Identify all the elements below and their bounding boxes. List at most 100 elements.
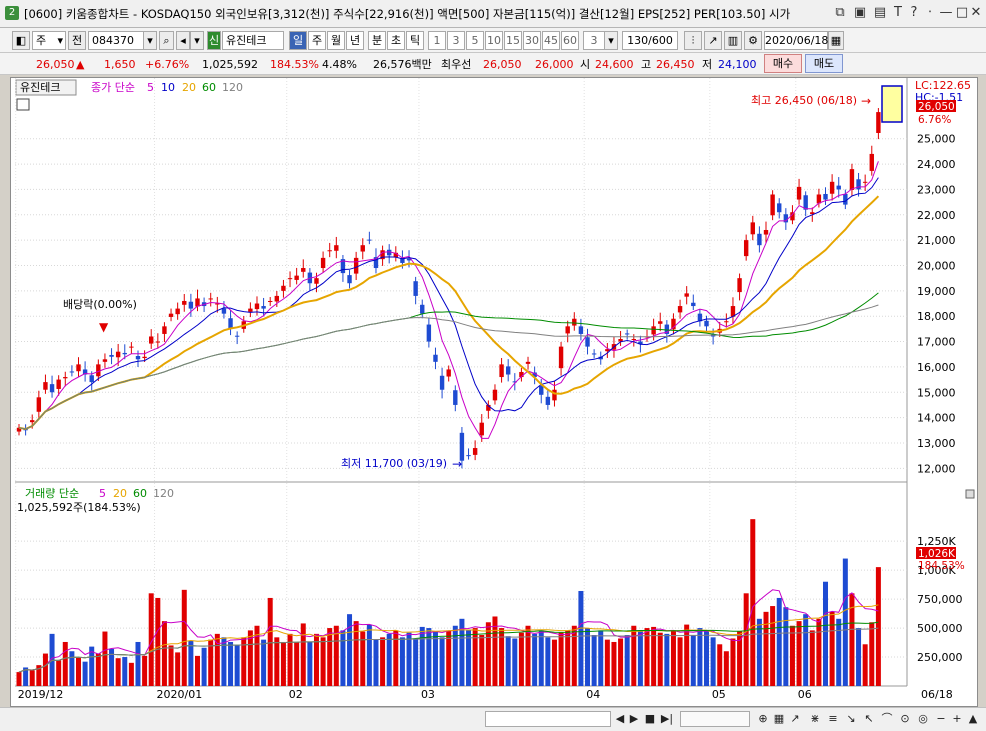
zoom-out-icon[interactable]: − <box>934 711 948 727</box>
price-tick-label: 20,000 <box>917 259 956 272</box>
open-label: 시 <box>580 58 591 71</box>
play-icon[interactable]: ▶ <box>628 711 640 727</box>
search-icon[interactable]: ⌕ <box>159 31 174 50</box>
trend-icon[interactable]: ↗ <box>788 711 802 727</box>
volume-bar <box>684 624 690 686</box>
price-tick-label: 23,000 <box>917 183 956 196</box>
vol-close-icon[interactable] <box>965 489 975 499</box>
candle-body <box>446 369 451 377</box>
interval-15[interactable]: 15 <box>504 31 522 50</box>
save-chart-icon[interactable]: ▥ <box>724 31 742 50</box>
volume-bar <box>307 641 313 686</box>
custom-interval-input[interactable]: 3 <box>583 31 605 50</box>
restore-icon[interactable]: ▣ <box>850 4 870 22</box>
volume-bar <box>697 628 703 686</box>
candle-type-icon[interactable]: ⫶ <box>684 31 702 50</box>
interval-10[interactable]: 10 <box>485 31 503 50</box>
settings-gear-icon[interactable]: ⚙ <box>744 31 762 50</box>
volume-tick-label: 250,000 <box>917 651 963 664</box>
quote-bar: 26,050 ▲ 1,650 +6.76% 1,025,592 184.53% … <box>0 53 986 75</box>
zoom-slider[interactable] <box>680 711 750 727</box>
code-dropdown-icon[interactable]: ▾ <box>143 31 157 50</box>
stop-icon[interactable]: ■ <box>644 711 656 727</box>
draw-tool-icon[interactable]: ↗ <box>704 31 722 50</box>
candle-body <box>578 326 584 334</box>
period-year[interactable]: 년 <box>346 31 364 50</box>
expand-icon[interactable]: ▲ <box>966 711 980 727</box>
period-day[interactable]: 일 <box>289 31 307 50</box>
date-input[interactable]: 2020/06/18 <box>764 31 828 50</box>
period-minute[interactable]: 분 <box>368 31 386 50</box>
sell-button[interactable]: 매도 <box>805 54 843 73</box>
candle-body <box>149 336 154 344</box>
candle-body <box>585 337 590 347</box>
price-change: 1,650 <box>104 58 136 71</box>
fib-icon[interactable]: ≡ <box>826 711 840 727</box>
window-title: [0600] 키움종합차트 - KOSDAQ150 외국인보유[3,312(천)… <box>24 7 791 21</box>
interval-60[interactable]: 60 <box>561 31 579 50</box>
volume-bar <box>723 651 729 686</box>
zoom-reset-icon[interactable]: ◎ <box>916 711 930 727</box>
arrow-icon[interactable]: ↘ <box>844 711 858 727</box>
custom-interval-dropdown-icon[interactable]: ▾ <box>604 31 618 50</box>
price-legend-title: 종가 단순 <box>91 81 135 94</box>
chart-canvas[interactable]: 유진테크 종가 단순 5 10 20 60 120 거래량 단순 5 20 60… <box>11 78 977 706</box>
fan-icon[interactable]: ⋇ <box>808 711 822 727</box>
interval-3[interactable]: 3 <box>447 31 465 50</box>
chart-area[interactable]: 유진테크 종가 단순 5 10 20 60 120 거래량 단순 5 20 60… <box>10 77 978 707</box>
volume-bar <box>545 637 551 686</box>
ma20-line <box>18 195 880 431</box>
calendar-icon[interactable]: ▦ <box>828 31 844 50</box>
cursor-icon[interactable]: ↖ <box>862 711 876 727</box>
volume-ratio: 184.53% <box>270 58 319 71</box>
volume-bar <box>869 622 875 686</box>
interval-30[interactable]: 30 <box>523 31 541 50</box>
volume-bar <box>419 626 425 686</box>
period-select[interactable]: 주 ▾ <box>32 31 66 50</box>
volume-bar <box>836 618 842 686</box>
buy-button[interactable]: 매수 <box>764 54 802 73</box>
volume-bar <box>175 652 181 686</box>
volume-bar <box>565 630 571 686</box>
crosshair-icon[interactable]: ⊕ <box>756 711 770 727</box>
volume-bar <box>194 655 200 686</box>
volume-bar <box>670 630 676 686</box>
interval-45[interactable]: 45 <box>542 31 560 50</box>
period-second[interactable]: 초 <box>387 31 405 50</box>
table-toggle-icon[interactable] <box>16 98 30 111</box>
candle-body <box>102 359 108 362</box>
x-tick-label: 2019/12 <box>18 688 64 701</box>
code-input[interactable]: 084370 <box>88 31 144 50</box>
volume-bar <box>532 633 538 686</box>
stock-name[interactable]: 유진테크 <box>222 31 284 50</box>
candle-body <box>162 326 167 334</box>
interval-5[interactable]: 5 <box>466 31 484 50</box>
interval-1[interactable]: 1 <box>428 31 446 50</box>
link-icon[interactable]: ⧉ <box>830 4 850 22</box>
zoom-icon[interactable]: ⊙ <box>898 711 912 727</box>
volume-bar <box>809 630 815 686</box>
save-icon[interactable]: ▤ <box>870 4 890 22</box>
speaker-icon[interactable]: ◂ <box>176 31 190 50</box>
change-percent: +6.76% <box>145 58 190 71</box>
x-tick-label: 06 <box>798 688 812 701</box>
volume-bar <box>340 630 346 686</box>
grid-icon[interactable]: ▦ <box>772 711 786 727</box>
candle-body <box>208 298 213 300</box>
layout-icon[interactable]: ◧ <box>12 31 30 50</box>
count-input[interactable]: 130/600 <box>622 31 678 50</box>
scroll-left-icon[interactable]: ◀ <box>614 711 626 727</box>
candle-body <box>539 385 544 395</box>
period-week[interactable]: 주 <box>308 31 326 50</box>
prev-button[interactable]: 전 <box>68 31 86 50</box>
scroll-track[interactable] <box>485 711 611 727</box>
period-tick[interactable]: 틱 <box>406 31 424 50</box>
zoom-in-icon[interactable]: + <box>950 711 964 727</box>
period-month[interactable]: 월 <box>327 31 345 50</box>
magnet-icon[interactable]: ⌒ <box>880 711 894 727</box>
candle-body <box>499 364 504 378</box>
volume-bar <box>472 628 478 686</box>
close-icon[interactable]: ✕ <box>966 4 986 22</box>
chevron-down-icon[interactable]: ▾ <box>190 31 204 50</box>
fast-forward-icon[interactable]: ▶| <box>660 711 674 727</box>
